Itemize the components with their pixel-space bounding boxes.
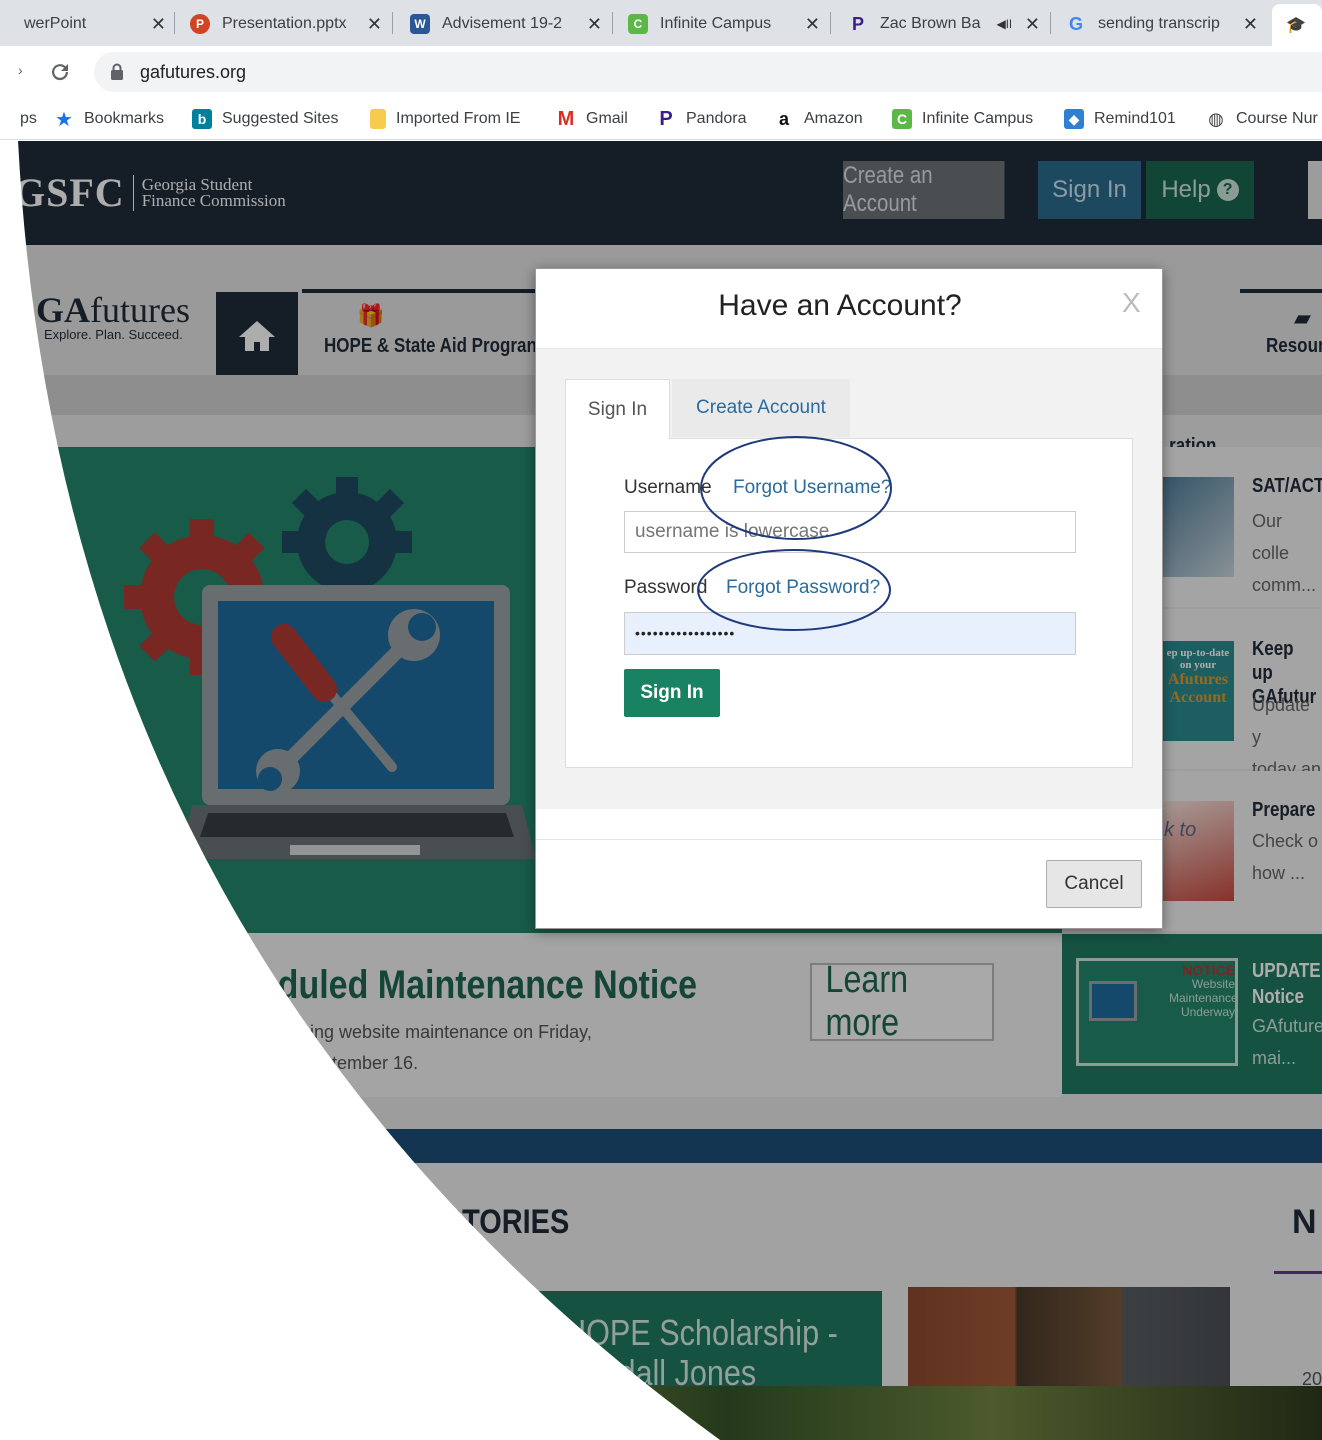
annotation-ellipse [697,549,891,631]
screenshot: werPoint ✕ P Presentation.pptx ✕ W Advis… [0,0,1322,1440]
tab-sign-in[interactable]: Sign In [565,379,670,439]
annotation-ellipses [697,436,892,631]
annotation-ellipse [700,436,892,540]
background-photo-strip [0,1386,1322,1440]
